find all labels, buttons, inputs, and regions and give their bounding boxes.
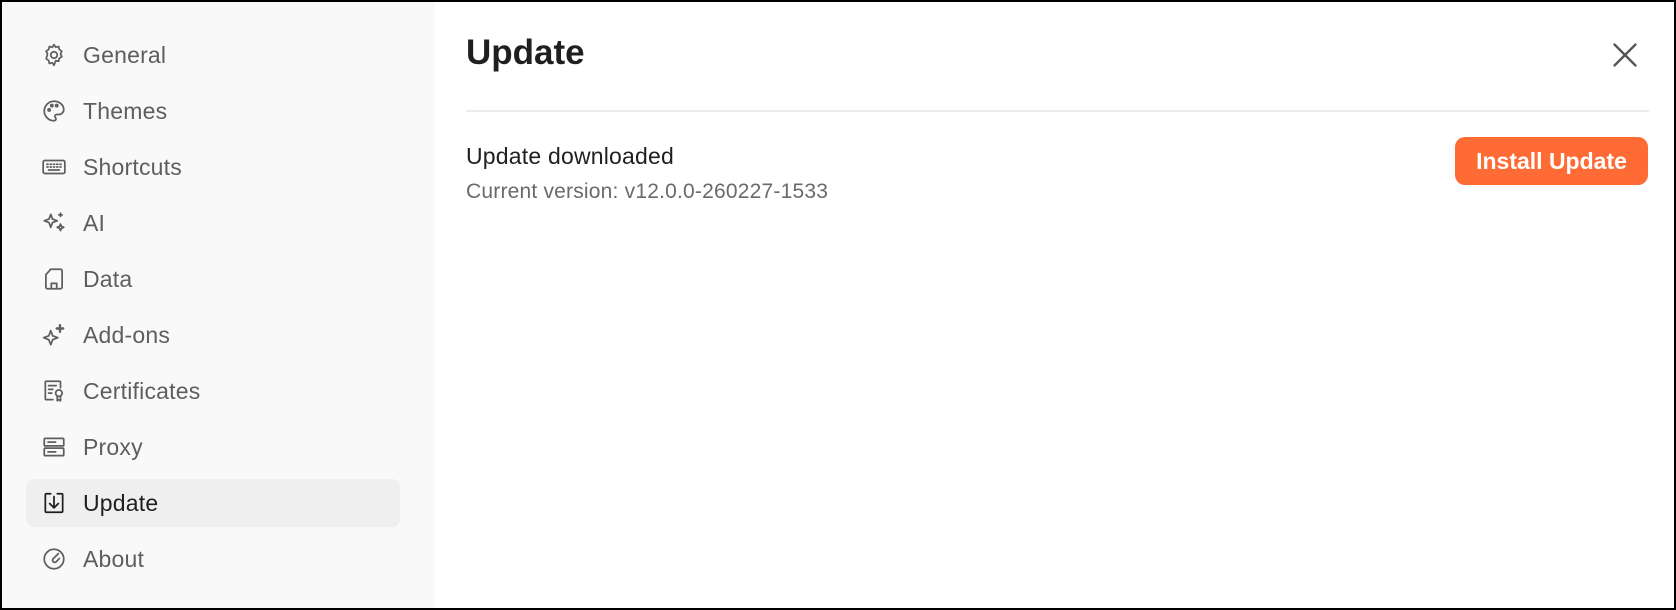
sidebar-item-proxy[interactable]: Proxy: [26, 423, 400, 471]
sidebar-item-label: Themes: [83, 97, 168, 124]
sparkle-plus-icon: [40, 321, 68, 349]
sidebar-item-label: Data: [83, 265, 133, 292]
sidebar-item-add-ons[interactable]: Add-ons: [26, 311, 400, 359]
sidebar-item-label: Update: [83, 489, 159, 516]
sidebar-item-label: Shortcuts: [83, 153, 182, 180]
header-divider: [466, 110, 1649, 112]
sidebar-item-about[interactable]: About: [26, 535, 400, 583]
sidebar-item-update[interactable]: Update: [26, 479, 400, 527]
sidebar-item-themes[interactable]: Themes: [26, 87, 400, 135]
keyboard-icon: [40, 153, 68, 181]
sidebar-item-label: AI: [83, 209, 106, 236]
close-button[interactable]: [1609, 39, 1641, 71]
server-icon: [40, 433, 68, 461]
palette-icon: [40, 97, 68, 125]
gear-icon: [40, 41, 68, 69]
close-icon: [1613, 43, 1637, 67]
sidebar-item-shortcuts[interactable]: Shortcuts: [26, 143, 400, 191]
current-version-text: Current version: v12.0.0-260227-1533: [466, 180, 829, 203]
sidebar-item-certificates[interactable]: Certificates: [26, 367, 400, 415]
sidebar-item-general[interactable]: General: [26, 31, 400, 79]
main-panel: Update Update downloaded Current version…: [435, 2, 1674, 608]
update-status-title: Update downloaded: [466, 143, 675, 169]
sidebar-item-label: General: [83, 41, 167, 68]
settings-window: General Themes Shortcuts AI Data Add-ons…: [0, 0, 1676, 610]
sparkles-icon: [40, 209, 68, 237]
sidebar: General Themes Shortcuts AI Data Add-ons…: [2, 2, 435, 608]
about-icon: [40, 545, 68, 573]
sidebar-item-label: Certificates: [83, 377, 201, 404]
download-icon: [40, 489, 68, 517]
page-title: Update: [466, 33, 585, 72]
sidebar-item-label: Proxy: [83, 433, 143, 460]
sidebar-item-ai[interactable]: AI: [26, 199, 400, 247]
certificate-icon: [40, 377, 68, 405]
sidebar-item-data[interactable]: Data: [26, 255, 400, 303]
sd-card-icon: [40, 265, 68, 293]
install-update-button[interactable]: Install Update: [1455, 137, 1648, 185]
sidebar-item-label: Add-ons: [83, 321, 171, 348]
sidebar-item-label: About: [83, 545, 145, 572]
